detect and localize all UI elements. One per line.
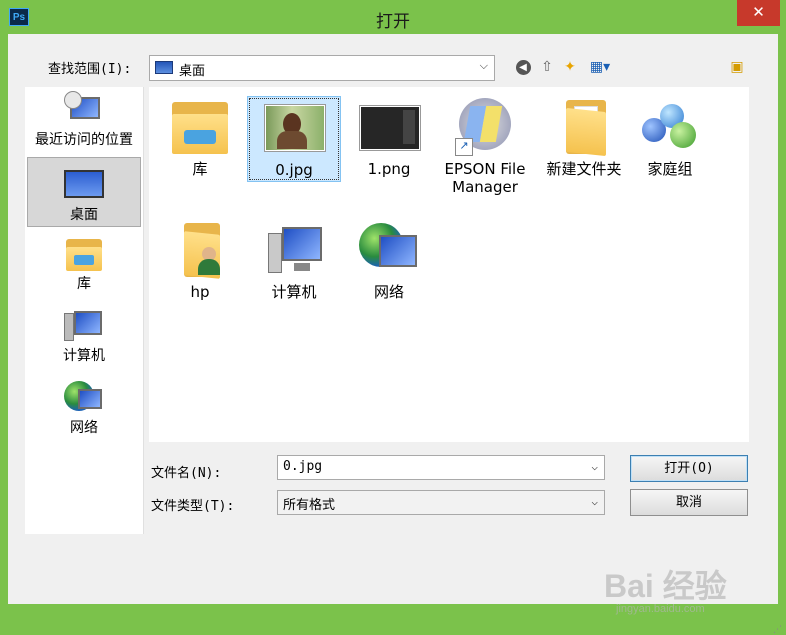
file-label: 库 — [192, 160, 208, 178]
file-item-1png[interactable]: 1.png — [342, 96, 436, 178]
baidu-watermark: Bai 经验 jingyan.baidu.com — [604, 569, 774, 629]
close-button[interactable]: ✕ — [737, 0, 780, 26]
watermark-url: jingyan.baidu.com — [616, 603, 705, 615]
up-arrow-icon: ⇧ — [541, 59, 553, 75]
file-item-library[interactable]: 库 — [153, 96, 247, 178]
file-label: 网络 — [373, 283, 404, 301]
file-label: 0.jpg — [275, 161, 313, 179]
screenshot-thumbnail-icon — [357, 96, 421, 158]
file-label: 新建文件夹 — [546, 160, 622, 178]
view-menu-button[interactable]: ▦▾ — [585, 56, 615, 78]
lookin-dropdown[interactable]: 桌面 ⌵ — [149, 55, 495, 81]
up-one-level-button[interactable]: ⇧ — [538, 56, 556, 78]
cancel-button[interactable]: 取消 — [630, 489, 748, 516]
network-icon — [357, 219, 421, 281]
place-label: 网络 — [70, 420, 98, 436]
place-library[interactable]: 库 — [27, 233, 141, 299]
computer-icon — [64, 307, 104, 345]
desktop-icon — [155, 61, 173, 74]
place-label: 库 — [77, 276, 91, 292]
network-icon — [64, 379, 104, 417]
place-recent[interactable]: 最近访问的位置 — [27, 87, 141, 153]
lookin-value: 桌面 — [179, 64, 206, 79]
filetype-dropdown[interactable]: 所有格式 ⌵ — [277, 490, 605, 515]
file-item-epson[interactable]: ↗ EPSON File Manager — [435, 96, 535, 196]
file-item-new-folder[interactable]: 新建文件夹 — [537, 96, 631, 178]
place-desktop[interactable]: 桌面 — [27, 157, 141, 227]
file-label: 1.png — [367, 160, 411, 178]
places-bar: 最近访问的位置 桌面 库 计算机 网络 — [25, 87, 144, 534]
place-label: 桌面 — [70, 207, 98, 223]
homegroup-icon — [638, 96, 702, 158]
filename-value: 0.jpg — [283, 459, 323, 474]
lookin-label: 查找范围(I): — [48, 62, 132, 77]
back-button[interactable]: ◀ — [514, 56, 532, 78]
place-label: 最近访问的位置 — [35, 132, 133, 148]
library-folder-icon — [168, 96, 232, 158]
view-icon: ▦▾ — [589, 59, 611, 75]
folder-options-button[interactable]: ▣ — [727, 56, 747, 78]
resize-grip-icon[interactable]: ⋰ — [773, 625, 782, 635]
filename-field[interactable]: 0.jpg ⌵ — [277, 455, 605, 480]
file-label: 计算机 — [271, 283, 317, 301]
recent-places-icon — [64, 91, 104, 129]
window-title: 打开 — [376, 12, 410, 32]
user-folder-icon — [168, 219, 232, 281]
title-bar: Ps 打开 ✕ — [0, 0, 786, 34]
new-folder-icon: ✦ — [564, 59, 576, 75]
watermark-logo: Bai 经验 — [604, 568, 727, 604]
library-icon — [64, 235, 104, 273]
file-item-homegroup[interactable]: 家庭组 — [623, 96, 717, 178]
filetype-value: 所有格式 — [283, 498, 336, 513]
new-folder-button[interactable]: ✦ — [560, 56, 580, 78]
computer-icon — [262, 219, 326, 281]
image-thumbnail-icon — [265, 105, 325, 151]
file-item-computer[interactable]: 计算机 — [247, 219, 341, 301]
file-label: 家庭组 — [647, 160, 693, 178]
chevron-down-icon[interactable]: ⌵ — [591, 460, 598, 473]
file-item-hp[interactable]: hp — [153, 219, 247, 301]
open-button[interactable]: 打开(O) — [630, 455, 748, 482]
folder-icon — [552, 96, 616, 158]
filename-label: 文件名(N): — [151, 466, 222, 481]
place-network[interactable]: 网络 — [27, 377, 141, 443]
place-computer[interactable]: 计算机 — [27, 305, 141, 371]
desktop-icon — [64, 166, 104, 204]
chevron-down-icon: ⌵ — [479, 59, 488, 72]
file-label: EPSON File Manager — [444, 160, 526, 196]
file-list: 库 0.jpg 1.png ↗ EPSON File Manager 新建文件夹… — [149, 87, 749, 442]
folder-star-icon: ▣ — [730, 59, 744, 75]
file-item-0jpg[interactable]: 0.jpg — [247, 96, 341, 182]
epson-shortcut-icon: ↗ — [453, 96, 517, 158]
file-item-network[interactable]: 网络 — [342, 219, 436, 301]
file-label: hp — [190, 283, 210, 301]
filetype-label: 文件类型(T): — [151, 499, 235, 514]
dialog-body: 查找范围(I): 桌面 ⌵ ◀ ⇧ ✦ ▦▾ ▣ 最近访问的位置 桌面 库 计算… — [8, 34, 782, 635]
chevron-down-icon: ⌵ — [591, 495, 598, 508]
back-arrow-icon: ◀ — [515, 59, 531, 75]
place-label: 计算机 — [63, 348, 105, 364]
